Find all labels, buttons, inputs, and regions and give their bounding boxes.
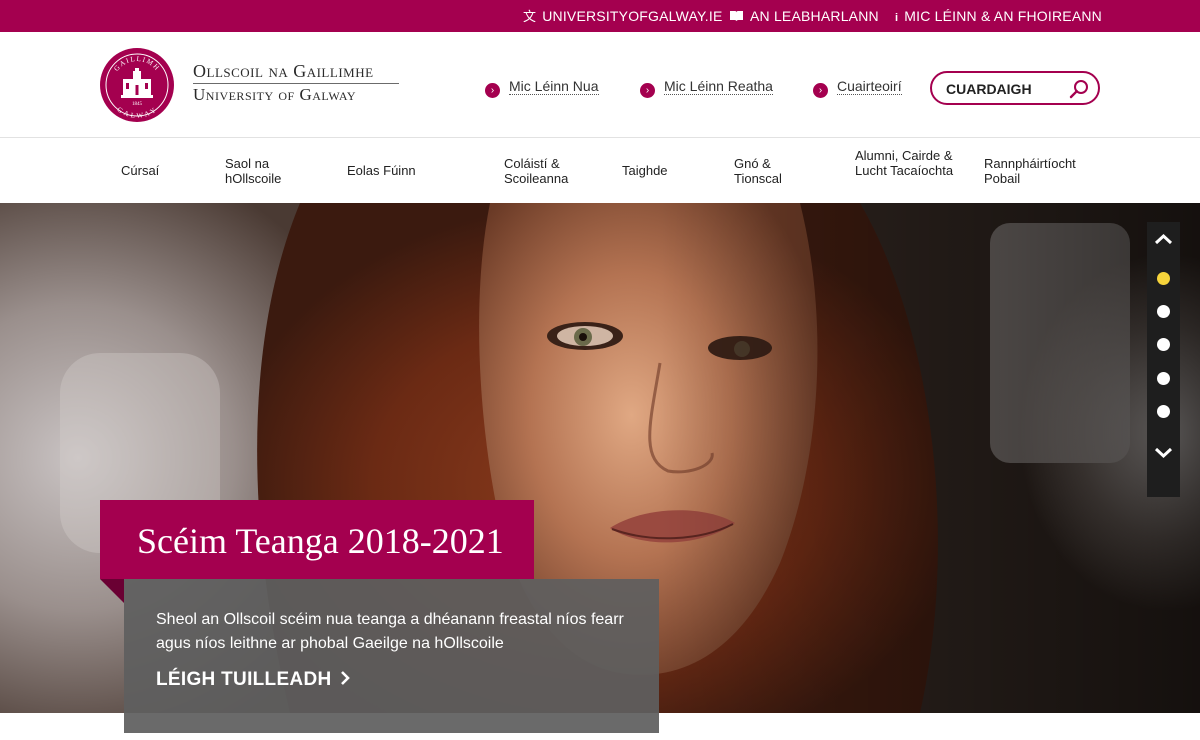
quick-link-label: Mic Léinn Reatha xyxy=(664,78,773,95)
slide-dot-1[interactable] xyxy=(1157,272,1170,285)
quick-link-new-students[interactable]: › Mic Léinn Nua xyxy=(485,76,599,98)
search-box xyxy=(930,71,1100,105)
university-seal-logo[interactable]: GAILLIMH GALWAY 1845 xyxy=(99,47,175,123)
hero-title-box: Scéim Teanga 2018-2021 xyxy=(100,500,534,579)
search-input[interactable] xyxy=(946,79,1056,99)
quick-link-label: Cuairteoirí xyxy=(837,78,902,95)
nav-item-alumni[interactable]: Alumni, Cairde & Lucht Tacaíochta xyxy=(855,148,955,178)
read-more-link[interactable]: LÉIGH TUILLEADH xyxy=(156,669,350,691)
chevron-right-icon: › xyxy=(640,83,655,98)
utility-link-label: UNIVERSITYOFGALWAY.IE xyxy=(542,8,723,24)
translate-icon: 文 xyxy=(523,9,537,24)
chevron-up-icon[interactable] xyxy=(1147,226,1180,252)
hero-caption: Sheol an Ollscoil scéim nua teanga a dhé… xyxy=(124,579,659,733)
hero-title: Scéim Teanga 2018-2021 xyxy=(137,521,504,561)
read-more-label: LÉIGH TUILLEADH xyxy=(156,669,332,690)
nav-item-colleges-schools[interactable]: Coláistí & Scoileanna xyxy=(504,156,604,186)
slide-dot-5[interactable] xyxy=(1157,405,1170,418)
main-navigation: Cúrsaí Saol na hOllscoile Eolas Fúinn Co… xyxy=(0,139,1200,203)
slide-dot-3[interactable] xyxy=(1157,338,1170,351)
book-icon xyxy=(729,1,744,33)
nav-item-business-industry[interactable]: Gnó & Tionscal xyxy=(734,156,814,186)
slide-dot-4[interactable] xyxy=(1157,372,1170,385)
nav-item-courses[interactable]: Cúrsaí xyxy=(121,163,159,178)
slide-navigator xyxy=(1147,222,1180,497)
quick-link-label: Mic Léinn Nua xyxy=(509,78,599,95)
quick-link-visitors[interactable]: › Cuairteoirí xyxy=(813,76,902,98)
chevron-right-icon: › xyxy=(813,83,828,98)
hero-title-fold xyxy=(100,579,124,603)
wordmark-english: University of Galway xyxy=(193,85,357,104)
nav-item-community[interactable]: Rannpháirtíocht Pobail xyxy=(984,156,1094,186)
utility-link-students-staff[interactable]: i MIC LÉINN & AN FHOIREANN xyxy=(895,0,1102,32)
chevron-right-icon: › xyxy=(485,83,500,98)
nav-item-about[interactable]: Eolas Fúinn xyxy=(347,163,416,178)
utility-link-label: MIC LÉINN & AN FHOIREANN xyxy=(904,8,1102,24)
utility-link-library[interactable]: AN LEABHARLANN xyxy=(729,0,879,32)
nav-item-university-life[interactable]: Saol na hOllscoile xyxy=(225,156,315,186)
info-icon: i xyxy=(895,12,899,24)
university-wordmark[interactable]: Ollscoil na Gaillimhe University of Galw… xyxy=(193,60,405,105)
wordmark-divider xyxy=(193,83,399,84)
wordmark-irish: Ollscoil na Gaillimhe xyxy=(193,61,374,81)
nav-item-research[interactable]: Taighde xyxy=(622,163,668,178)
utility-bar: 文 UNIVERSITYOFGALWAY.IE AN LEABHARLANN iM… xyxy=(0,0,1200,32)
site-header: GAILLIMH GALWAY 1845 Ollscoil na Gaillim… xyxy=(0,32,1200,138)
svg-text:1845: 1845 xyxy=(132,102,143,107)
slide-dot-2[interactable] xyxy=(1157,305,1170,318)
search-icon[interactable] xyxy=(1068,78,1090,100)
utility-link-website[interactable]: 文 UNIVERSITYOFGALWAY.IE xyxy=(523,0,722,32)
hero-description: Sheol an Ollscoil scéim nua teanga a dhé… xyxy=(156,611,624,652)
utility-link-label: AN LEABHARLANN xyxy=(750,8,879,24)
chevron-down-icon[interactable] xyxy=(1147,440,1180,466)
quick-link-current-students[interactable]: › Mic Léinn Reatha xyxy=(640,76,773,98)
chevron-right-icon xyxy=(340,669,350,691)
